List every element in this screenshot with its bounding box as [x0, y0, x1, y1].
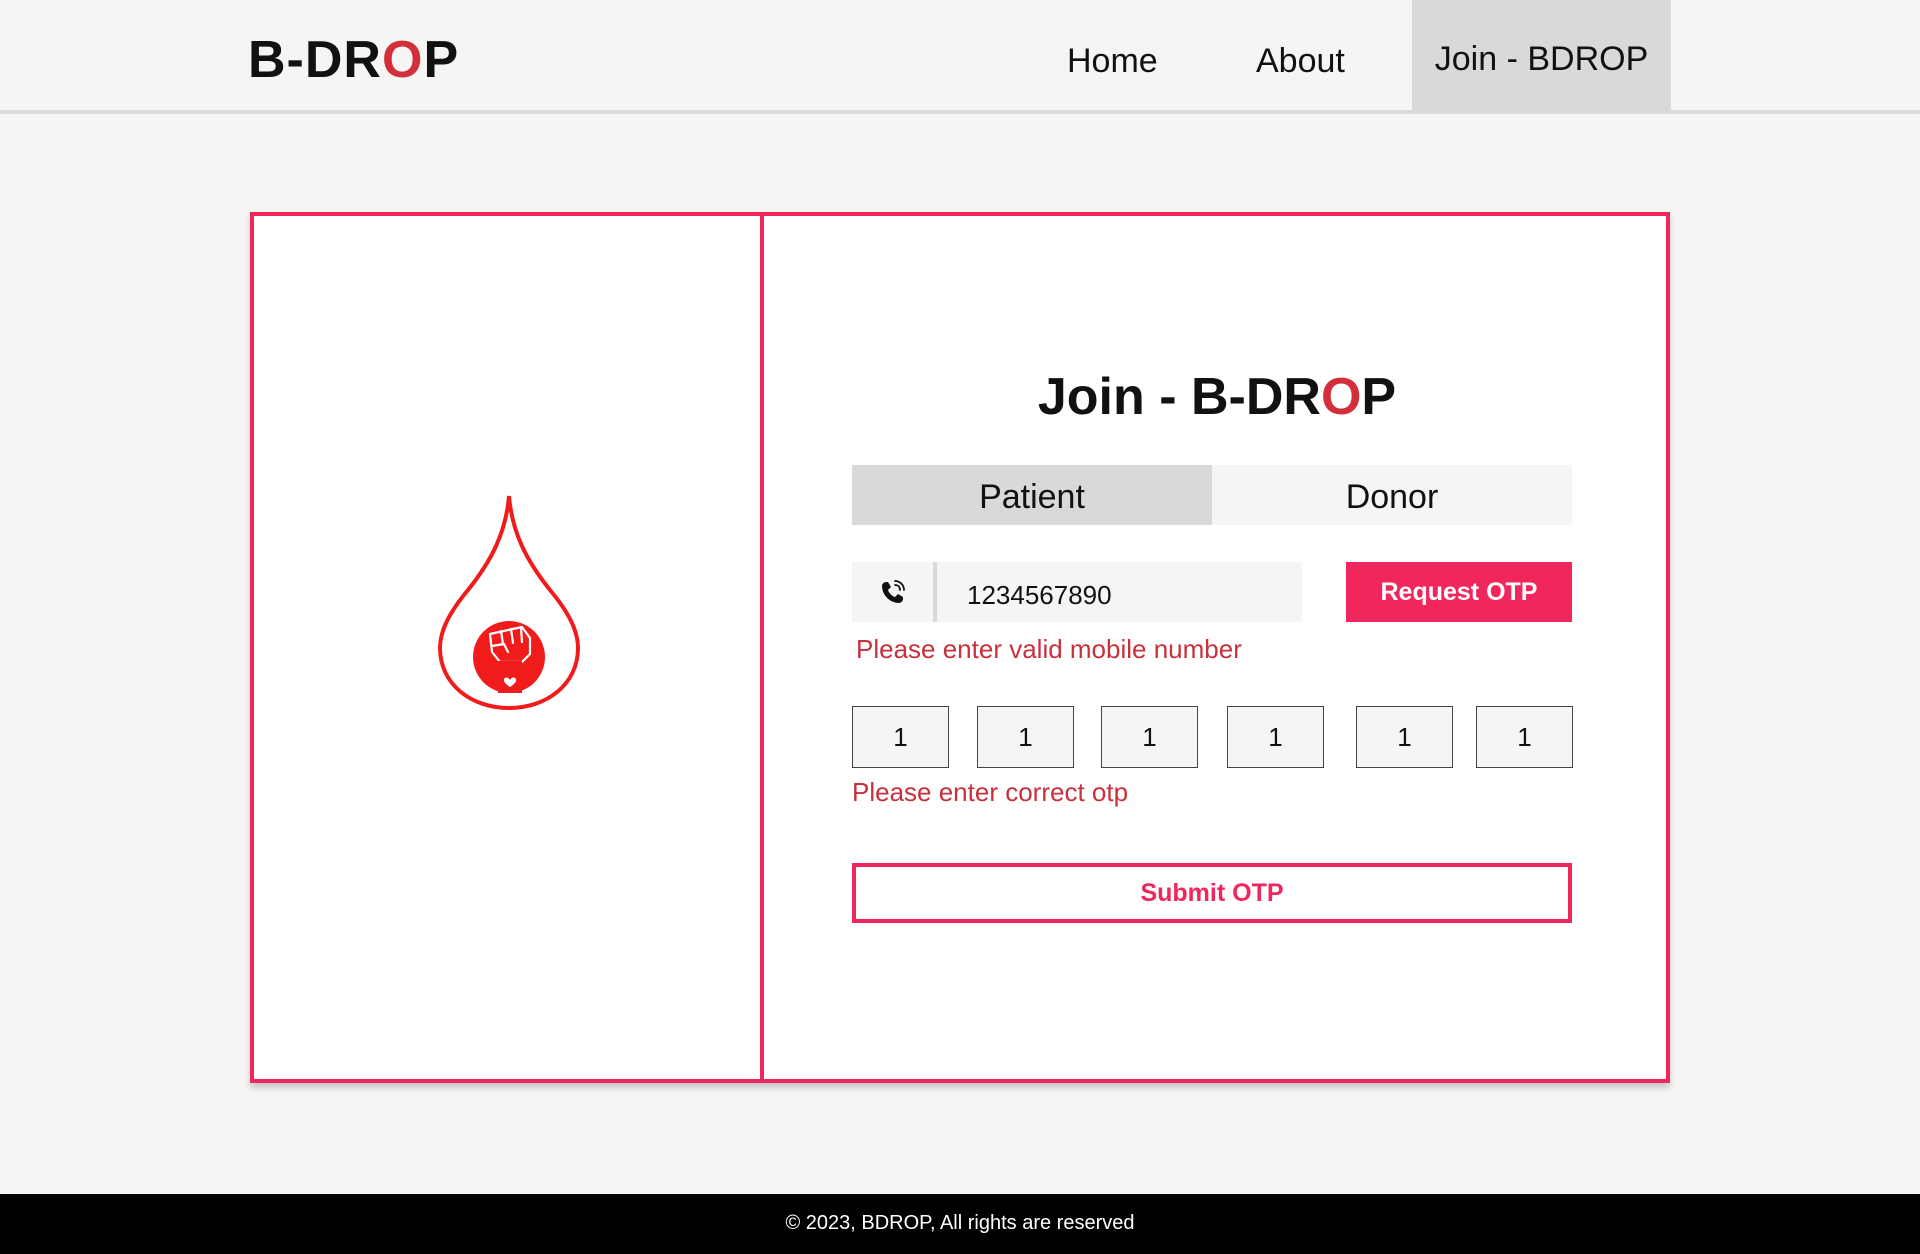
logo-text-start: B-DR — [248, 31, 382, 89]
mobile-number-input[interactable] — [937, 562, 1302, 622]
tab-donor[interactable]: Donor — [1212, 465, 1572, 525]
logo-text-end: P — [423, 31, 460, 89]
request-otp-button[interactable]: Request OTP — [1346, 562, 1572, 622]
footer: © 2023, BDROP, All rights are reserved — [0, 1194, 1920, 1254]
join-card: Join - B-DROP Patient Donor Request OTP … — [250, 212, 1670, 1083]
mobile-error-message: Please enter valid mobile number — [856, 634, 1242, 664]
otp-error-message: Please enter correct otp — [852, 777, 1129, 807]
phone-icon — [881, 580, 905, 603]
logo-text-accent: O — [381, 31, 424, 89]
nav-link-home[interactable]: Home — [1067, 0, 1158, 114]
phone-icon-box — [852, 562, 937, 622]
submit-otp-button[interactable]: Submit OTP — [852, 863, 1572, 923]
otp-digit-2[interactable] — [977, 706, 1074, 768]
role-tabs: Patient Donor — [852, 465, 1572, 525]
otp-digit-3[interactable] — [1101, 706, 1198, 768]
nav-link-join[interactable]: Join - BDROP — [1412, 0, 1671, 114]
phone-input-group — [852, 562, 1302, 622]
otp-digit-4[interactable] — [1227, 706, 1324, 768]
brand-logo[interactable]: B-DROP — [248, 28, 459, 92]
tab-patient[interactable]: Patient — [852, 465, 1212, 525]
form-title-end: P — [1361, 368, 1397, 426]
footer-copyright: © 2023, BDROP, All rights are reserved — [785, 1212, 1135, 1234]
top-navbar: B-DROP Home About Join - BDROP — [0, 0, 1920, 114]
form-title-start: Join - B-DR — [1037, 368, 1321, 426]
otp-digit-1[interactable] — [852, 706, 949, 768]
otp-digit-6[interactable] — [1476, 706, 1573, 768]
form-title-accent: O — [1320, 368, 1362, 426]
nav-link-about[interactable]: About — [1256, 0, 1345, 114]
form-title: Join - B-DROP — [764, 362, 1670, 432]
blood-drop-fist-icon — [438, 495, 580, 710]
card-divider — [760, 216, 764, 1079]
otp-digit-5[interactable] — [1356, 706, 1453, 768]
